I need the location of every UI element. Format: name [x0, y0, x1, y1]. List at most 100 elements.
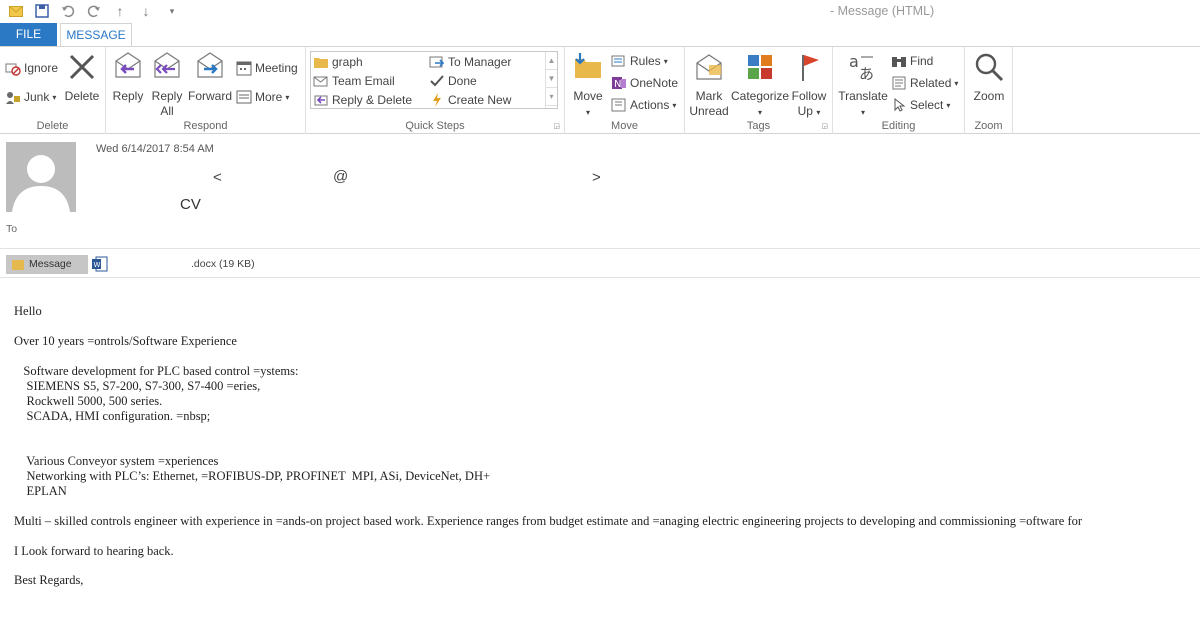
- related-icon: [891, 75, 907, 91]
- body-line: Rockwell 5000, 500 series.: [14, 394, 163, 408]
- quickstep-graph[interactable]: graph: [313, 53, 363, 71]
- envelope-icon: [12, 259, 24, 270]
- customize-icon[interactable]: ▾: [162, 2, 182, 20]
- body-line: Various Conveyor system =xperiences: [14, 454, 219, 468]
- expand-gallery-icon[interactable]: ▾: [546, 88, 557, 106]
- body-line: Software development for PLC based contr…: [14, 364, 299, 378]
- onenote-button[interactable]: N OneNote: [611, 74, 678, 92]
- redo-icon[interactable]: [84, 2, 104, 20]
- body-line: EPLAN: [14, 484, 67, 498]
- reply-all-icon: [149, 51, 185, 87]
- forward-mail-icon: [429, 54, 445, 70]
- mail-icon[interactable]: [6, 2, 26, 20]
- tab-file[interactable]: FILE: [0, 23, 57, 46]
- quickstep-team-email[interactable]: Team Email: [313, 72, 395, 90]
- mark-unread-label-2: Unread: [689, 104, 729, 118]
- quickstep-done[interactable]: Done: [429, 72, 477, 90]
- forward-label: Forward: [187, 89, 232, 103]
- more-button[interactable]: More ▾: [236, 88, 289, 106]
- body-line: Over 10 years =ontrols/Software Experien…: [14, 334, 237, 348]
- message-subject: CV: [180, 196, 201, 213]
- body-line: SCADA, HMI configuration. =nbsp;: [14, 409, 211, 423]
- reply-button[interactable]: Reply: [111, 51, 145, 104]
- save-icon[interactable]: [32, 2, 52, 20]
- up-arrow-icon[interactable]: ↑: [110, 2, 130, 20]
- down-arrow-icon[interactable]: ↓: [136, 2, 156, 20]
- editing-group: aあ Translate ▾ Find Related ▾ Select ▾ E…: [833, 47, 965, 134]
- word-document-icon[interactable]: W: [92, 256, 108, 272]
- delete-group-label: Delete: [36, 120, 69, 132]
- zoom-group-label: Zoom: [974, 120, 1003, 132]
- undo-icon[interactable]: [58, 2, 78, 20]
- meeting-button[interactable]: Meeting: [236, 59, 298, 77]
- categorize-button[interactable]: Categorize ▾: [731, 51, 789, 120]
- dialog-launcher-icon[interactable]: ◲: [821, 122, 828, 130]
- scroll-up-icon[interactable]: ▲: [546, 52, 557, 70]
- move-group-label: Move: [611, 120, 638, 132]
- translate-icon: aあ: [837, 51, 889, 87]
- reply-icon: [111, 51, 145, 87]
- chevron-down-icon: ▾: [757, 108, 762, 117]
- quickstep-to-manager[interactable]: To Manager: [429, 53, 511, 71]
- delete-label: Delete: [64, 89, 100, 103]
- ribbon: Ignore Junk ▾ Delete Delete Reply Reply …: [0, 46, 1200, 134]
- cursor-icon: [891, 97, 907, 113]
- editing-group-label: Editing: [881, 120, 916, 132]
- respond-group-label: Respond: [183, 120, 228, 132]
- ribbon-tabs: FILE MESSAGE: [0, 23, 1200, 47]
- mark-unread-button[interactable]: Mark Unread: [687, 51, 731, 119]
- junk-button[interactable]: Junk ▾: [5, 88, 56, 106]
- delete-icon: [63, 51, 101, 87]
- ignore-icon: [5, 60, 21, 76]
- folder-icon: [313, 54, 329, 70]
- forward-icon: [187, 51, 233, 87]
- tags-group: Mark Unread Categorize ▾ Follow Up ▾ Tag…: [685, 47, 833, 134]
- quickstep-team-email-label: Team Email: [332, 74, 395, 88]
- quickstep-reply-delete-label: Reply & Delete: [332, 93, 413, 107]
- quickstep-create-new-label: Create New: [448, 93, 512, 107]
- reply-all-button[interactable]: Reply All: [149, 51, 185, 119]
- select-button[interactable]: Select ▾: [891, 96, 950, 114]
- quick-steps-scrollbar[interactable]: ▲ ▼ ▾: [545, 52, 557, 108]
- more-icon: [236, 89, 252, 105]
- zoom-button[interactable]: Zoom: [969, 51, 1009, 104]
- delete-button[interactable]: Delete: [63, 51, 101, 104]
- find-button[interactable]: Find: [891, 52, 933, 70]
- chevron-down-icon: ▾: [946, 100, 951, 110]
- message-tab-button[interactable]: Message: [6, 255, 88, 274]
- body-line: SIEMENS S5, S7-200, S7-300, S7-400 =erie…: [14, 379, 261, 393]
- sender-bracket-close: >: [592, 169, 601, 186]
- chevron-down-icon: ▾: [52, 92, 57, 102]
- ignore-button[interactable]: Ignore: [5, 59, 58, 77]
- follow-up-button[interactable]: Follow Up ▾: [789, 51, 829, 120]
- sender-at-sign: @: [333, 168, 349, 185]
- find-label: Find: [910, 54, 934, 68]
- categorize-icon: [731, 51, 789, 87]
- select-label: Select: [910, 98, 944, 112]
- email-icon: [313, 73, 329, 89]
- person-icon: [6, 142, 76, 212]
- actions-button[interactable]: Actions ▾: [611, 96, 676, 114]
- quickstep-create-new[interactable]: Create New: [429, 91, 511, 109]
- respond-group: Reply Reply All Forward Meeting More ▾ R…: [106, 47, 306, 134]
- dialog-launcher-icon[interactable]: ◲: [553, 122, 560, 130]
- chevron-down-icon: ▾: [672, 100, 677, 110]
- calendar-icon: [236, 60, 252, 76]
- chevron-down-icon: ▾: [285, 92, 290, 102]
- delete-group: Ignore Junk ▾ Delete Delete: [0, 47, 106, 134]
- attachment-filename[interactable]: .docx (19 KB): [191, 258, 255, 270]
- tab-message[interactable]: MESSAGE: [60, 23, 132, 47]
- chevron-down-icon: ▾: [585, 108, 590, 117]
- forward-button[interactable]: Forward: [187, 51, 233, 104]
- rules-button[interactable]: Rules ▾: [611, 52, 668, 70]
- svg-text:あ: あ: [859, 65, 874, 83]
- rules-label: Rules: [630, 54, 661, 68]
- zoom-label: Zoom: [973, 89, 1005, 103]
- quickstep-done-label: Done: [448, 74, 477, 88]
- quickstep-reply-delete[interactable]: Reply & Delete: [313, 91, 412, 109]
- scroll-down-icon[interactable]: ▼: [546, 70, 557, 88]
- translate-button[interactable]: aあ Translate ▾: [837, 51, 889, 120]
- move-button[interactable]: Move ▾: [569, 51, 607, 120]
- related-button[interactable]: Related ▾: [891, 74, 958, 92]
- message-tab-label: Message: [29, 258, 72, 270]
